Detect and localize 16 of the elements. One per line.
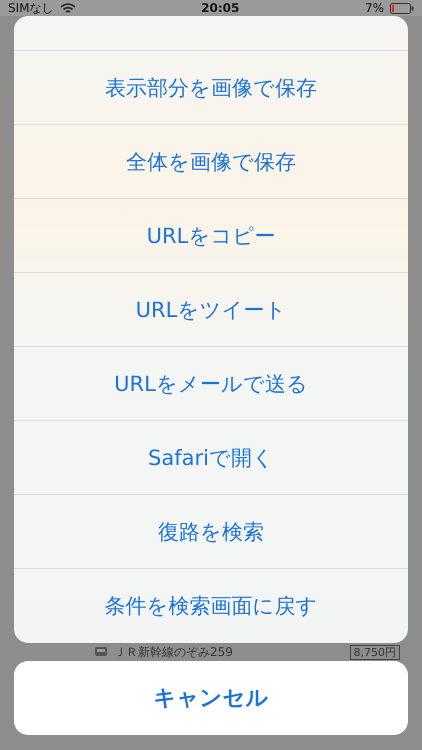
action-item[interactable]: Safariで開く <box>14 421 408 495</box>
carrier-text: SIMなし <box>8 1 54 15</box>
action-item[interactable]: 全体を画像で保存 <box>14 125 408 199</box>
time-text: 20:05 <box>201 1 240 15</box>
action-item[interactable]: 条件を検索画面に戻す <box>14 569 408 643</box>
battery-percent: 7% <box>364 1 384 15</box>
fare-text: 8,750円 <box>350 644 400 660</box>
action-item[interactable]: URLをツイート <box>14 273 408 347</box>
wifi-icon <box>60 2 76 14</box>
train-name: ＪＲ新幹線のぞみ259 <box>114 645 233 659</box>
action-item[interactable]: URLをメールで送る <box>14 347 408 421</box>
action-item[interactable]: URLをコピー <box>14 199 408 273</box>
battery-icon <box>390 2 414 14</box>
action-item[interactable]: 復路を検索 <box>14 495 408 569</box>
action-item[interactable]: 表示部分を画像で保存 <box>14 51 408 125</box>
cancel-button[interactable]: キャンセル <box>14 661 408 735</box>
